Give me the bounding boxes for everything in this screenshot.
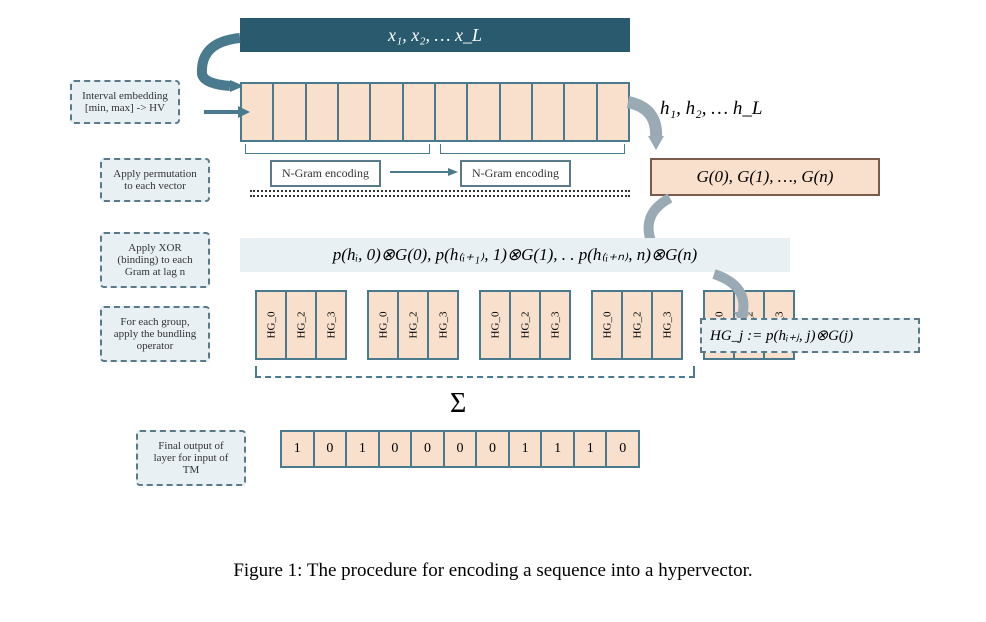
out-bit: 1 [522, 441, 529, 457]
hg-definition: HG_j := p(hᵢ₊ⱼ, j)⊗G(j) [700, 318, 920, 353]
hg-cell-label: HG_0 [265, 312, 277, 339]
hg-cell-label: HG_2 [519, 312, 531, 339]
sigma-symbol: Σ [450, 388, 466, 420]
hg-cell-label: HG_2 [407, 312, 419, 339]
binding-text: p(hᵢ, 0)⊗G(0), p(h₍ᵢ₊₁₎, 1)⊗G(1), . . p(… [333, 245, 697, 265]
hv-cell [533, 84, 565, 140]
dotted-line-2 [250, 195, 630, 197]
brace-right [440, 144, 625, 154]
hg-group: HG_0 HG_2 HG_3 [255, 290, 347, 360]
hv-cell [468, 84, 500, 140]
output-cell: 1 [575, 432, 608, 466]
ngram-label-2: N-Gram encoding [472, 166, 559, 180]
hg-cell: HG_0 [593, 292, 623, 358]
label-interval-text: Interval embedding [min, max] -> HV [82, 90, 168, 114]
hv-cell [565, 84, 597, 140]
output-cell: 1 [282, 432, 315, 466]
hg-cell-label: HG_0 [601, 312, 613, 339]
hg-cell: HG_2 [623, 292, 653, 358]
g-sequence-text: G(0), G(1), …, G(n) [697, 167, 834, 187]
hg-cell: HG_2 [287, 292, 317, 358]
out-bit: 1 [294, 441, 301, 457]
hv-cell [436, 84, 468, 140]
hg-cell: HG_3 [429, 292, 457, 358]
label-final: Final output of layer for input of TM [136, 430, 246, 486]
label-interval: Interval embedding [min, max] -> HV [70, 80, 180, 124]
figure-caption: Figure 1: The procedure for encoding a s… [0, 560, 986, 582]
figure-diagram: x₁, x₂, … x_L h₁, h₂, … h_L N-Gr [120, 10, 900, 530]
brace-left [245, 144, 430, 154]
caption-text: Figure 1: The procedure for encoding a s… [233, 560, 752, 581]
label-bundle-text: For each group, apply the bundling opera… [114, 316, 197, 352]
hg-definition-text: HG_j := p(hᵢ₊ⱼ, j)⊗G(j) [710, 328, 853, 344]
binding-expression: p(hᵢ, 0)⊗G(0), p(h₍ᵢ₊₁₎, 1)⊗G(1), . . p(… [240, 238, 790, 272]
out-bit: 0 [489, 441, 496, 457]
hg-cell-label: HG_3 [437, 312, 449, 339]
input-sequence-text: x₁, x₂, … x_L [388, 25, 482, 46]
dashed-bracket [255, 366, 695, 378]
hv-vector [240, 82, 630, 142]
hg-cell: HG_3 [317, 292, 345, 358]
output-cell: 0 [412, 432, 445, 466]
hv-cell [307, 84, 339, 140]
hg-cell-label: HG_2 [631, 312, 643, 339]
output-cell: 0 [477, 432, 510, 466]
hg-cell-label: HG_3 [549, 312, 561, 339]
hg-cell: HG_0 [257, 292, 287, 358]
out-bit: 1 [554, 441, 561, 457]
label-bundle: For each group, apply the bundling opera… [100, 306, 210, 362]
dotted-line [250, 190, 630, 192]
output-cell: 1 [510, 432, 543, 466]
hg-cell: HG_0 [369, 292, 399, 358]
output-cell: 1 [347, 432, 380, 466]
out-bit: 0 [619, 441, 626, 457]
input-sequence-bar: x₁, x₂, … x_L [240, 18, 630, 52]
hg-cell: HG_3 [653, 292, 681, 358]
hg-cell-label: HG_0 [489, 312, 501, 339]
output-vector: 1 0 1 0 0 0 0 1 1 1 0 [280, 430, 640, 468]
g-sequence-box: G(0), G(1), …, G(n) [650, 158, 880, 196]
hg-cell: HG_3 [541, 292, 569, 358]
hv-cell [339, 84, 371, 140]
sigma-text: Σ [450, 388, 466, 419]
output-cell: 0 [607, 432, 638, 466]
hg-group: HG_0 HG_2 HG_3 [591, 290, 683, 360]
out-bit: 0 [391, 441, 398, 457]
ngram-box-2: N-Gram encoding [460, 160, 571, 187]
hg-cell: HG_2 [399, 292, 429, 358]
hg-group: HG_0 HG_2 HG_3 [479, 290, 571, 360]
hg-group: HG_0 HG_2 HG_3 [367, 290, 459, 360]
label-xor: Apply XOR (binding) to each Gram at lag … [100, 232, 210, 288]
output-cell: 0 [315, 432, 348, 466]
hg-cell-label: HG_3 [661, 312, 673, 339]
hg-cell: HG_2 [511, 292, 541, 358]
arrow-interval-to-hv [202, 102, 252, 122]
output-cell: 0 [380, 432, 413, 466]
label-xor-text: Apply XOR (binding) to each Gram at lag … [117, 242, 192, 278]
hv-cell [404, 84, 436, 140]
output-cell: 1 [542, 432, 575, 466]
out-bit: 0 [457, 441, 464, 457]
hg-cell-label: HG_2 [295, 312, 307, 339]
hg-cell: HG_0 [481, 292, 511, 358]
out-bit: 1 [359, 441, 366, 457]
hv-cell [371, 84, 403, 140]
ngram-box-1: N-Gram encoding [270, 160, 381, 187]
hv-cell [501, 84, 533, 140]
output-cell: 0 [445, 432, 478, 466]
label-permute-text: Apply permutation to each vector [113, 168, 196, 192]
hg-cell-label: HG_3 [325, 312, 337, 339]
out-bit: 0 [326, 441, 333, 457]
arrow-between-ngrams [386, 162, 466, 182]
hv-cell [274, 84, 306, 140]
label-final-text: Final output of layer for input of TM [154, 440, 229, 476]
out-bit: 0 [424, 441, 431, 457]
label-permute: Apply permutation to each vector [100, 158, 210, 202]
hg-cell-label: HG_0 [377, 312, 389, 339]
ngram-label-1: N-Gram encoding [282, 166, 369, 180]
out-bit: 1 [587, 441, 594, 457]
